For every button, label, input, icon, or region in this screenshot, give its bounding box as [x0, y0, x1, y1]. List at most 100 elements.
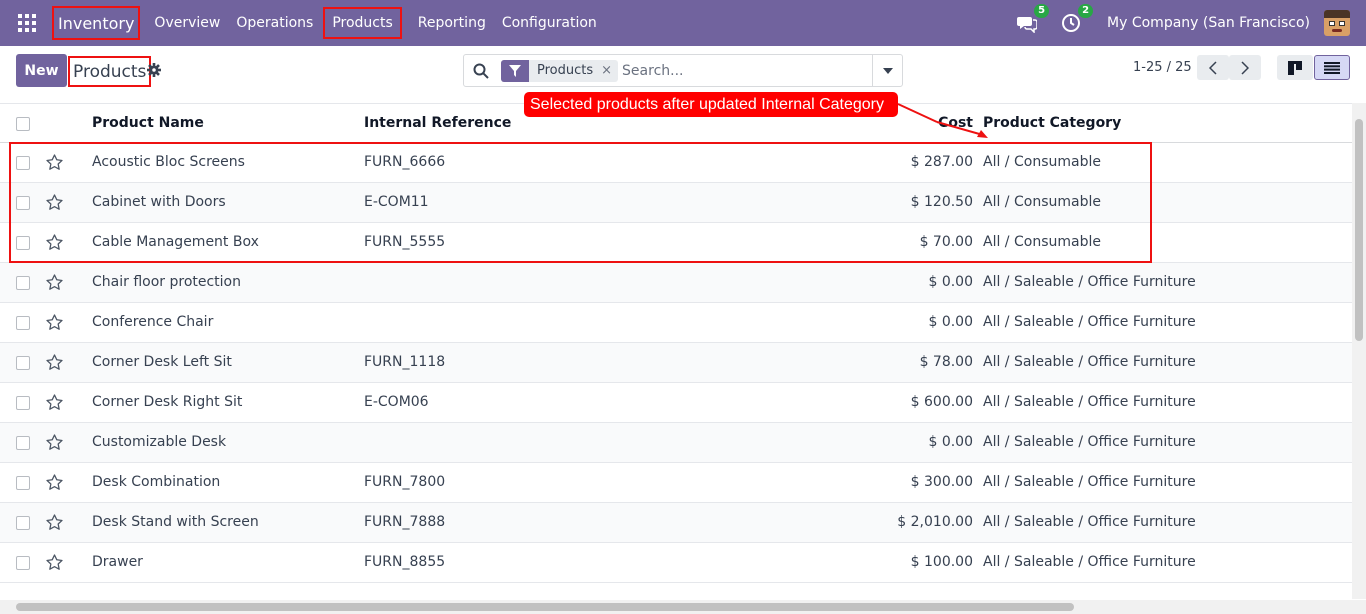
row-checkbox[interactable] [16, 276, 30, 290]
cell-internal-reference: FURN_5555 [364, 234, 446, 250]
favorite-star-icon[interactable] [45, 193, 64, 212]
favorite-star-icon[interactable] [45, 353, 64, 372]
cell-cost: $ 78.00 [919, 354, 973, 370]
row-checkbox[interactable] [16, 196, 30, 210]
cell-internal-reference: E-COM11 [364, 194, 429, 210]
row-checkbox[interactable] [16, 516, 30, 530]
facet-label: Products [537, 63, 594, 78]
menu-configuration[interactable]: Configuration [502, 15, 597, 31]
cell-product-category: All / Saleable / Office Furniture [983, 554, 1196, 570]
table-row[interactable]: Conference Chair $ 0.00 All / Saleable / O… [0, 303, 1352, 343]
row-checkbox[interactable] [16, 476, 30, 490]
new-button[interactable]: New [16, 54, 67, 87]
menu-overview[interactable]: Overview [154, 15, 220, 31]
cell-internal-reference: FURN_7888 [364, 514, 446, 530]
user-avatar[interactable] [1324, 10, 1350, 36]
favorite-star-icon[interactable] [45, 313, 64, 332]
horizontal-scrollbar[interactable] [0, 600, 1366, 614]
cell-cost: $ 287.00 [910, 154, 973, 170]
table-row[interactable]: Desk Stand with Screen FURN_7888 $ 2,010.0… [0, 503, 1352, 543]
select-all-checkbox[interactable] [16, 117, 30, 131]
menu-reporting[interactable]: Reporting [418, 15, 486, 31]
cell-product-category: All / Saleable / Office Furniture [983, 434, 1196, 450]
row-checkbox[interactable] [16, 356, 30, 370]
cell-cost: $ 70.00 [919, 234, 973, 250]
row-checkbox[interactable] [16, 316, 30, 330]
annotation-arrow-icon [897, 103, 988, 138]
cell-cost: $ 0.00 [928, 314, 973, 330]
header-product-name[interactable]: Product Name [92, 115, 204, 131]
search-options-toggle[interactable] [872, 55, 902, 86]
activities-button[interactable]: 2 [1061, 4, 1094, 33]
table-row[interactable]: Cabinet with Doors E-COM11 $ 120.50 All / C… [0, 183, 1352, 223]
list-view-button[interactable] [1314, 55, 1350, 80]
cell-cost: $ 100.00 [910, 554, 973, 570]
apps-grid-icon[interactable] [18, 14, 36, 32]
table-row[interactable]: Acoustic Bloc Screens FURN_6666 $ 287.00 Al… [0, 143, 1352, 183]
kanban-view-button[interactable] [1277, 55, 1313, 80]
row-checkbox[interactable] [16, 436, 30, 450]
row-checkbox[interactable] [16, 236, 30, 250]
row-checkbox[interactable] [16, 396, 30, 410]
favorite-star-icon[interactable] [45, 473, 64, 492]
table-row[interactable]: Chair floor protection $ 0.00 All / Saleab… [0, 263, 1352, 303]
header-internal-reference[interactable]: Internal Reference [364, 115, 511, 131]
favorite-star-icon[interactable] [45, 153, 64, 172]
menu-operations[interactable]: Operations [236, 15, 313, 31]
cell-product-name: Desk Stand with Screen [92, 514, 259, 530]
cell-internal-reference: FURN_8855 [364, 554, 446, 570]
row-checkbox[interactable] [16, 156, 30, 170]
search-icon[interactable] [473, 63, 489, 79]
favorite-star-icon[interactable] [45, 393, 64, 412]
favorite-star-icon[interactable] [45, 273, 64, 292]
favorite-star-icon[interactable] [45, 553, 64, 572]
vertical-scrollbar[interactable] [1352, 103, 1366, 599]
row-checkbox[interactable] [16, 556, 30, 570]
favorite-star-icon[interactable] [45, 513, 64, 532]
breadcrumb: Products [68, 56, 152, 87]
menu-products[interactable]: Products [323, 7, 402, 39]
cell-cost: $ 600.00 [910, 394, 973, 410]
gear-icon[interactable] [147, 63, 161, 77]
header-product-category[interactable]: Product Category [983, 115, 1121, 131]
top-navbar: Inventory Overview Operations Products R… [0, 0, 1366, 46]
cell-product-category: All / Saleable / Office Furniture [983, 474, 1196, 490]
caret-down-icon [882, 67, 893, 74]
cell-product-name: Cabinet with Doors [92, 194, 226, 210]
cell-product-category: All / Saleable / Office Furniture [983, 394, 1196, 410]
cell-cost: $ 300.00 [910, 474, 973, 490]
table-row[interactable]: Desk Combination FURN_7800 $ 300.00 All / S… [0, 463, 1352, 503]
table-row[interactable]: Cable Management Box FURN_5555 $ 70.00 All … [0, 223, 1352, 263]
annotation-callout: Selected products after updated Internal… [524, 92, 898, 117]
chevron-right-icon [1241, 60, 1249, 75]
pager-value[interactable]: 1-25 / 25 [1133, 60, 1192, 75]
cell-product-category: All / Consumable [983, 234, 1101, 250]
facet-remove-icon[interactable]: × [601, 63, 618, 78]
filter-icon [501, 59, 529, 82]
activities-count-badge: 2 [1078, 4, 1094, 18]
kanban-icon [1288, 60, 1302, 75]
table-row[interactable]: Drawer FURN_8855 $ 100.00 All / Saleable / … [0, 543, 1352, 583]
cell-cost: $ 2,010.00 [897, 514, 973, 530]
app-name[interactable]: Inventory [52, 6, 141, 40]
cell-product-name: Customizable Desk [92, 434, 227, 450]
cell-product-name: Acoustic Bloc Screens [92, 154, 245, 170]
cell-product-name: Corner Desk Right Sit [92, 394, 243, 410]
table-row[interactable]: Corner Desk Right Sit E-COM06 $ 600.00 All … [0, 383, 1352, 423]
search-input[interactable] [622, 62, 873, 79]
cell-product-name: Drawer [92, 554, 143, 570]
chevron-left-icon [1209, 60, 1217, 75]
company-switcher[interactable]: My Company (San Francisco) [1107, 15, 1310, 31]
search-bar: Products × [463, 54, 903, 87]
products-table: Product Name Internal Reference Cost Pro… [0, 103, 1352, 583]
table-row[interactable]: Customizable Desk $ 0.00 All / Saleable / … [0, 423, 1352, 463]
cell-product-category: All / Consumable [983, 154, 1101, 170]
cell-cost: $ 120.50 [910, 194, 973, 210]
pager-previous-button[interactable] [1197, 55, 1229, 80]
favorite-star-icon[interactable] [45, 233, 64, 252]
favorite-star-icon[interactable] [45, 433, 64, 452]
cell-product-category: All / Saleable / Office Furniture [983, 314, 1196, 330]
pager-next-button[interactable] [1229, 55, 1261, 80]
messages-button[interactable]: 5 [1017, 4, 1050, 34]
table-row[interactable]: Corner Desk Left Sit FURN_1118 $ 78.00 All … [0, 343, 1352, 383]
